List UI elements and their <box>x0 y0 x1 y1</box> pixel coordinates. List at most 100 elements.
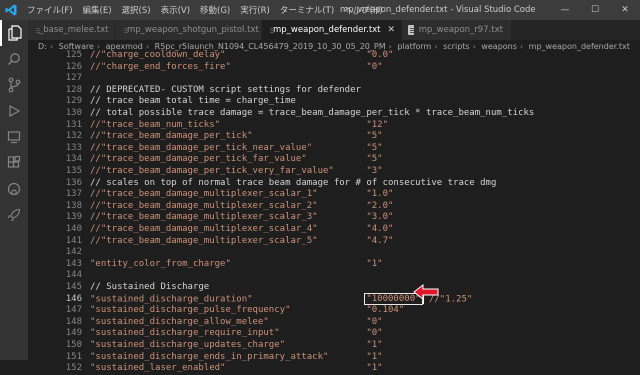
code-line[interactable]: 134 //"trace_beam_damage_per_tick_far_val… <box>28 154 628 166</box>
line-number: 149 <box>65 328 82 339</box>
code-text: //"trace_beam_damage_multiplexer_scalar_… <box>90 200 394 211</box>
code-text: "sustained_discharge_allow_melee" "0" <box>90 316 383 327</box>
code-text: //"trace_beam_damage_per_tick" "5" <box>90 131 383 142</box>
code-line[interactable]: 142 <box>28 247 628 259</box>
code-line[interactable]: 135 //"trace_beam_damage_per_tick_very_fa… <box>28 166 628 178</box>
red-arrow-icon <box>413 284 439 300</box>
code-line[interactable]: 140 //"trace_beam_damage_multiplexer_scal… <box>28 224 628 236</box>
code-line[interactable]: 147 "sustained_discharge_pulse_frequency"… <box>28 305 628 317</box>
code-editor[interactable]: 125 //"charge_cooldown_delay" "0.0" 126 //"… <box>28 50 640 373</box>
code-line[interactable]: 137 //"trace_beam_damage_multiplexer_scal… <box>28 189 628 201</box>
line-number: 150 <box>65 340 82 350</box>
maximize-button[interactable]: ☐ <box>580 0 610 20</box>
code-line[interactable]: 144 <box>28 270 628 282</box>
line-number: 134 <box>65 154 82 165</box>
code-line[interactable]: 132 //"trace_beam_damage_per_tick" "5" <box>28 131 628 143</box>
code-line[interactable]: 129 // trace beam total time = charge_tim… <box>28 96 628 108</box>
line-number: 144 <box>65 270 82 281</box>
github-icon[interactable] <box>0 176 28 202</box>
tab-label: mp_weapon_r97.txt <box>418 25 503 35</box>
line-number: 136 <box>65 177 82 188</box>
close-window-button[interactable]: ✕ <box>610 0 640 20</box>
code-text: //"trace_beam_damage_multiplexer_scalar_… <box>90 212 394 223</box>
minimize-button[interactable]: — <box>550 0 580 20</box>
code-text: "sustained_discharge_pulse_frequency" "0… <box>90 305 405 316</box>
window-title: mp_weapon_defender.txt - Visual Studio C… <box>340 5 536 15</box>
code-line[interactable]: 128 // DEPRECATED- CUSTOM script settings… <box>28 85 628 97</box>
code-text: //"charge_end_forces_fire" "0" <box>90 61 383 72</box>
tab-r97[interactable]: mp_weapon_r97.txt <box>402 20 512 40</box>
tab-label: mp_weapon_shotgun_pistol.txt <box>127 25 259 35</box>
search-icon[interactable] <box>0 46 28 72</box>
code-line[interactable]: 131 //"trace_beam_num_ticks" "12" <box>28 120 628 132</box>
code-line[interactable]: 141 //"trace_beam_damage_multiplexer_scal… <box>28 236 628 248</box>
code-text: // trace beam total time = charge_time <box>90 96 296 107</box>
code-line[interactable]: 138 //"trace_beam_damage_multiplexer_scal… <box>28 201 628 213</box>
menu-edit[interactable]: 編集(E) <box>78 4 117 16</box>
line-number: 135 <box>65 166 82 176</box>
line-number: 147 <box>65 305 82 316</box>
tab-shotgun-pistol[interactable]: mp_weapon_shotgun_pistol.txt <box>116 20 262 40</box>
code-text: "sustained_laser_enabled" "1" <box>90 363 383 374</box>
line-number: 151 <box>65 351 82 362</box>
code-line[interactable]: 150 "sustained_discharge_updates_charge" … <box>28 340 628 352</box>
line-number: 142 <box>65 247 82 258</box>
menu-run[interactable]: 実行(R) <box>235 4 275 16</box>
code-line[interactable]: 125 //"charge_cooldown_delay" "0.0" <box>28 50 628 62</box>
window-controls: — ☐ ✕ <box>550 0 640 20</box>
line-number: 125 <box>65 50 82 60</box>
vscode-logo-icon <box>0 0 22 20</box>
code-line[interactable]: 145 // Sustained Discharge <box>28 282 628 294</box>
line-number: 146 <box>65 293 82 304</box>
code-text: "entity_color_from_charge" "1" <box>90 258 383 269</box>
code-line[interactable]: 146 "sustained_discharge_duration" "10000… <box>28 293 628 306</box>
line-number: 137 <box>65 189 82 200</box>
line-number: 133 <box>65 142 82 153</box>
menu-go[interactable]: 移動(G) <box>195 4 235 16</box>
line-number: 145 <box>65 282 82 292</box>
close-tab-icon[interactable]: ✕ <box>388 25 396 35</box>
code-line[interactable]: 133 //"trace_beam_damage_per_tick_near_va… <box>28 143 628 155</box>
line-number: 129 <box>65 96 82 107</box>
line-number: 132 <box>65 131 82 142</box>
code-text: // total possible trace damage = trace_b… <box>90 108 535 118</box>
menu-selection[interactable]: 選択(S) <box>117 4 156 16</box>
code-text: // Sustained Discharge <box>90 282 210 292</box>
menu-file[interactable]: ファイル(F) <box>22 4 78 16</box>
code-line[interactable]: 130 // total possible trace damage = trac… <box>28 108 628 120</box>
code-line[interactable]: 139 //"trace_beam_damage_multiplexer_scal… <box>28 212 628 224</box>
line-number: 138 <box>65 200 82 211</box>
tab-base-melee[interactable]: _base_melee.txt <box>28 20 116 40</box>
code-line[interactable]: 148 "sustained_discharge_allow_melee" "0" <box>28 317 628 329</box>
source-control-icon[interactable] <box>0 72 28 98</box>
code-line[interactable]: 126 //"charge_end_forces_fire" "0" <box>28 62 628 74</box>
run-debug-icon[interactable] <box>0 98 28 124</box>
menu-view[interactable]: 表示(V) <box>156 4 195 16</box>
code-text: // DEPRECATED- CUSTOM script settings fo… <box>90 84 361 95</box>
code-line[interactable]: 149 "sustained_discharge_require_input" "… <box>28 328 628 340</box>
line-number: 139 <box>65 212 82 223</box>
code-text: "sustained_discharge_require_input" "0" <box>90 328 383 339</box>
code-line[interactable]: 136 // scales on top of normal trace beam… <box>28 178 628 190</box>
tab-defender[interactable]: mp_weapon_defender.txt ✕ <box>262 20 402 40</box>
line-number: 141 <box>65 235 82 246</box>
code-line[interactable]: 127 <box>28 73 628 85</box>
code-text: //"trace_beam_damage_multiplexer_scalar_… <box>90 189 394 200</box>
extensions-icon[interactable] <box>0 150 28 176</box>
line-number: 152 <box>65 363 82 374</box>
tab-label: mp_weapon_defender.txt <box>273 25 381 35</box>
remote-explorer-icon[interactable] <box>0 124 28 150</box>
code-line[interactable]: 152 "sustained_laser_enabled" "1" <box>28 363 628 375</box>
code-text: //"trace_beam_num_ticks" "12" <box>90 119 389 130</box>
activity-bar <box>0 20 28 360</box>
rocket-icon[interactable] <box>0 202 28 228</box>
line-number: 130 <box>65 108 82 118</box>
code-text: //"trace_beam_damage_per_tick_far_value"… <box>90 154 383 165</box>
line-number: 131 <box>65 119 82 130</box>
files-icon[interactable] <box>0 20 28 46</box>
code-line[interactable]: 143 "entity_color_from_charge" "1" <box>28 259 628 271</box>
code-line[interactable]: 151 "sustained_discharge_ends_in_primary_… <box>28 352 628 364</box>
line-number: 128 <box>65 84 82 95</box>
line-number: 143 <box>65 258 82 269</box>
menu-terminal[interactable]: ターミナル(T) <box>275 4 339 16</box>
